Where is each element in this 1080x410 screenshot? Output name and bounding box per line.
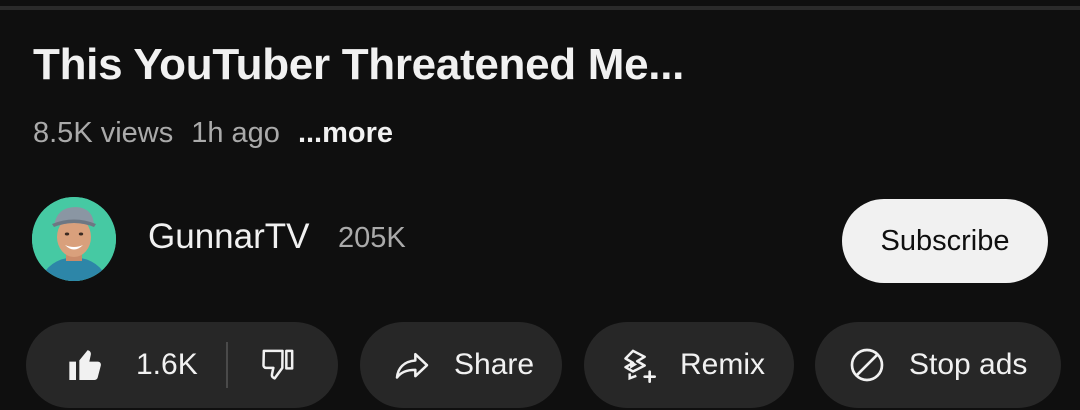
share-arrow-icon [392, 345, 432, 385]
channel-row: GunnarTV 205K Subscribe [0, 195, 1080, 285]
stop-ads-label: Stop ads [909, 348, 1028, 381]
dislike-button[interactable] [258, 322, 298, 408]
subscribe-button[interactable]: Subscribe [842, 199, 1048, 283]
share-label: Share [454, 348, 535, 381]
like-dislike-pill: 1.6K [26, 322, 338, 408]
video-meta[interactable]: 8.5K views 1h ago ...more [33, 117, 393, 150]
video-title[interactable]: This YouTuber Threatened Me... [33, 40, 684, 90]
channel-name[interactable]: GunnarTV [148, 217, 309, 257]
share-button[interactable]: Share [360, 322, 562, 408]
stop-ads-button[interactable]: Stop ads [815, 322, 1061, 408]
no-entry-icon [847, 345, 887, 385]
remix-icon [618, 345, 658, 385]
remix-button[interactable]: Remix [584, 322, 794, 408]
avatar-image [32, 197, 116, 281]
remix-label: Remix [680, 348, 766, 381]
like-button[interactable]: 1.6K [26, 322, 198, 408]
thumbs-down-icon [258, 345, 298, 385]
top-divider [0, 6, 1080, 10]
upload-age: 1h ago [191, 117, 280, 149]
subscriber-count: 205K [338, 222, 406, 254]
view-count: 8.5K views [33, 117, 174, 149]
more-link[interactable]: ...more [298, 117, 393, 150]
like-count: 1.6K [136, 348, 198, 381]
thumbs-up-icon [66, 345, 106, 385]
like-divider [225, 342, 228, 388]
avatar[interactable] [32, 197, 116, 281]
